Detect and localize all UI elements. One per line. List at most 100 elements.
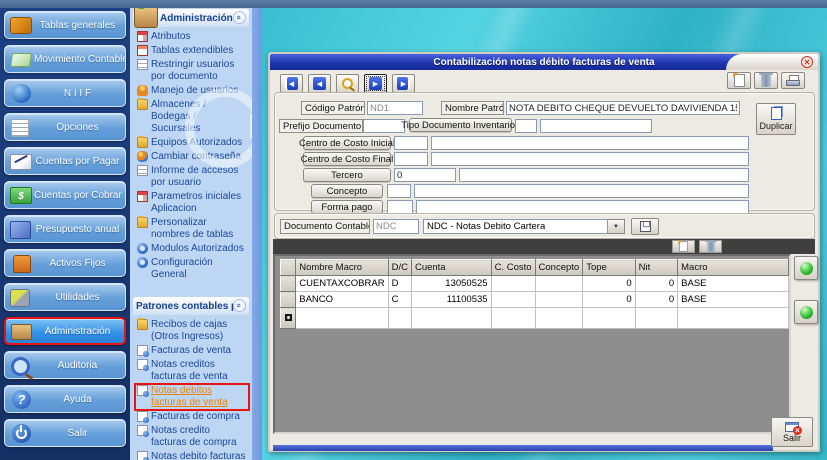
save-button[interactable] — [631, 218, 659, 235]
menu-item-facturas-compra[interactable]: Facturas de compra — [136, 411, 248, 423]
close-icon[interactable]: ✕ — [801, 56, 813, 68]
menu-item-equipos-autorizados[interactable]: Equipos Autorizados — [136, 137, 248, 149]
menu-item-notas-credito-compra[interactable]: Notas credito facturas de compra — [136, 425, 248, 449]
sidebar-item-opciones[interactable]: Opciones — [4, 113, 126, 141]
centro-costo-inicial-name-input[interactable] — [431, 136, 749, 150]
forma-pago-button[interactable]: Forma pago — [311, 200, 383, 214]
row-selector[interactable] — [281, 276, 296, 292]
grid-action-bottom-button[interactable] — [794, 300, 818, 324]
table-row[interactable]: BANCO C 11100535 0 0 BASE — [281, 292, 789, 308]
forma-pago-name-input[interactable] — [416, 200, 749, 214]
sidebar-item-cuentas-por-pagar[interactable]: Cuentas por Pagar — [4, 147, 126, 175]
sidebar-item-utilidades[interactable]: Utilidades — [4, 283, 126, 311]
column-header[interactable]: Macro — [678, 260, 789, 276]
menu-item-configuracion-general[interactable]: Configuración General — [136, 257, 248, 281]
section-header[interactable]: Administración « — [133, 9, 249, 27]
menu-item-cambiar-contrasena[interactable]: Cambiar contraseña — [136, 151, 248, 163]
tercero-button[interactable]: Tercero — [303, 168, 391, 182]
menu-item-almacenes[interactable]: Almacenes / Bodegas / Sucursales — [136, 99, 248, 135]
forma-pago-code-input[interactable] — [387, 200, 413, 214]
row-selector[interactable] — [281, 308, 296, 329]
menu-item-recibos-cajas[interactable]: Recibos de cajas (Otros Ingresos) — [136, 319, 248, 343]
sidebar-item-niif[interactable]: N I I F — [4, 79, 126, 107]
tipo-documento-inventarios-button[interactable]: Tipo Documento Inventarios — [409, 118, 512, 132]
power-icon — [9, 424, 33, 443]
menu-item-notas-debito-compra[interactable]: Notas debito facturas de compra — [136, 451, 248, 460]
sidebar-item-salir[interactable]: Salir — [4, 419, 126, 447]
centro-costo-final-button[interactable]: Centro de Costo Final — [303, 152, 391, 166]
codigo-patron-input[interactable] — [367, 101, 423, 115]
delete-record-button[interactable] — [754, 72, 778, 89]
table-row-new[interactable] — [281, 308, 789, 329]
concepto-button[interactable]: Concepto — [311, 184, 383, 198]
prefijo-documento-input[interactable] — [363, 119, 405, 133]
concepto-code-input[interactable] — [387, 184, 411, 198]
next-record-button[interactable]: ▶ — [364, 74, 387, 93]
sidebar-item-presupuesto-anual[interactable]: Presupuesto anual — [4, 215, 126, 243]
menu-item-modulos-autorizados[interactable]: Modulos Autorizados — [136, 243, 248, 255]
centro-costo-inicial-code-input[interactable] — [394, 136, 428, 150]
documento-contable-code-input[interactable] — [373, 219, 419, 234]
sidebar-item-ayuda[interactable]: ?Ayuda — [4, 385, 126, 413]
menu-item-restringir-usuarios[interactable]: Restringir usuarios por documento — [136, 59, 248, 83]
menu-item-informe-accesos[interactable]: Informe de accesos por usuario — [136, 165, 248, 189]
menu-item-notas-creditos-venta[interactable]: Notas creditos facturas de venta — [136, 359, 248, 383]
table-row[interactable]: CUENTAXCOBRAR D 13050525 0 0 BASE — [281, 276, 789, 292]
tipo-documento-name-input[interactable] — [540, 119, 652, 133]
chevron-down-icon[interactable]: ▼ — [608, 219, 625, 234]
tercero-name-input[interactable] — [459, 168, 749, 182]
sidebar-item-tablas-generales[interactable]: Tablas generales — [4, 11, 126, 39]
sidebar-item-administracion[interactable]: Administración — [4, 317, 126, 345]
document-arrow-icon — [137, 451, 148, 460]
menu-item-parametros-iniciales[interactable]: Parametros iniciales Aplicacion — [136, 191, 248, 215]
combo-value: NDC - Notas Debito Cartera — [423, 219, 608, 234]
menu-item-atributos[interactable]: Atributos — [136, 31, 248, 43]
desk-icon — [10, 322, 34, 341]
sidebar-item-cuentas-por-cobrar[interactable]: $Cuentas por Cobrar — [4, 181, 126, 209]
documento-contable-combo[interactable]: NDC - Notas Debito Cartera ▼ — [423, 219, 625, 234]
menu-item-tablas-extendibles[interactable]: Tablas extendibles — [136, 45, 248, 57]
grid-new-row-button[interactable] — [672, 240, 695, 253]
column-header[interactable]: D/C — [388, 260, 411, 276]
collapse-chevron-icon[interactable]: « — [233, 299, 246, 312]
tercero-code-input[interactable] — [394, 168, 456, 182]
centro-costo-inicial-button[interactable]: Centro de Costo Inicial — [303, 136, 391, 150]
last-record-button[interactable]: ▶ — [392, 74, 415, 93]
column-header[interactable]: Concepto — [535, 260, 583, 276]
menu-item-notas-debitos-venta[interactable]: Notas debitos facturas de venta — [136, 385, 248, 409]
sidebar: Tablas generales Movimiento Contable N I… — [0, 0, 130, 460]
macros-grid[interactable]: Nombre Macro D/C Cuenta C. Costo Concept… — [280, 259, 789, 329]
column-header[interactable]: Nombre Macro — [296, 260, 388, 276]
search-button[interactable] — [336, 74, 359, 93]
first-record-button[interactable]: ◀ — [280, 74, 303, 93]
collapse-chevron-icon[interactable]: « — [233, 11, 246, 24]
previous-record-button[interactable]: ◀ — [308, 74, 331, 93]
grid-icon — [137, 31, 148, 42]
column-header[interactable]: Tope — [583, 260, 635, 276]
user-icon — [137, 85, 148, 96]
centro-costo-final-name-input[interactable] — [431, 152, 749, 166]
tipo-documento-code-input[interactable] — [515, 119, 537, 133]
menu-item-facturas-venta[interactable]: Facturas de venta — [136, 345, 248, 357]
salir-button[interactable]: Salir — [771, 417, 813, 447]
menu-item-manejo-usuarios[interactable]: Manejo de usuarios — [136, 85, 248, 97]
grid-delete-row-button[interactable] — [699, 240, 722, 253]
floppy-disk-icon — [640, 221, 651, 232]
concepto-name-input[interactable] — [414, 184, 749, 198]
sidebar-item-movimiento-contable[interactable]: Movimiento Contable — [4, 45, 126, 73]
nombre-patron-input[interactable] — [506, 101, 740, 115]
green-sphere-icon — [800, 306, 813, 319]
section-header[interactable]: Patrones contables por do... « — [133, 297, 249, 315]
column-header[interactable]: C. Costo — [491, 260, 535, 276]
print-button[interactable] — [781, 72, 805, 89]
duplicar-button[interactable]: Duplicar — [756, 103, 796, 135]
grid-action-top-button[interactable] — [794, 256, 818, 280]
sidebar-item-activos-fijos[interactable]: Activos Fijos — [4, 249, 126, 277]
centro-costo-final-code-input[interactable] — [394, 152, 428, 166]
column-header[interactable]: Cuenta — [411, 260, 491, 276]
sidebar-item-auditoria[interactable]: Auditoria — [4, 351, 126, 379]
column-header[interactable]: Nit — [635, 260, 678, 276]
menu-item-personalizar-nombres[interactable]: Personalizar nombres de tablas — [136, 217, 248, 241]
new-record-button[interactable] — [727, 72, 751, 89]
row-selector[interactable] — [281, 292, 296, 308]
